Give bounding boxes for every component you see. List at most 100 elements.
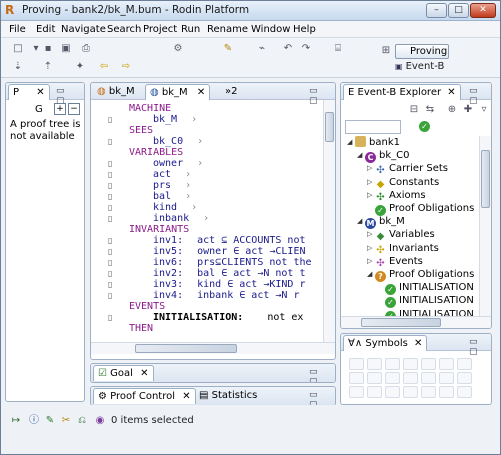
symbol-button[interactable] — [367, 386, 382, 398]
editor-line[interactable]: THEN — [129, 323, 153, 335]
view-minmax-icon[interactable]: ▭ ▢ — [309, 367, 335, 382]
symbol-button[interactable] — [421, 372, 436, 384]
editor-line[interactable]: SEES — [129, 125, 153, 137]
menu-help[interactable]: Help — [293, 24, 316, 35]
tree-item[interactable]: ▷ ✣ Carrier Sets — [367, 162, 448, 176]
tab-close-icon[interactable]: ✕ — [197, 87, 205, 98]
edit-icon[interactable]: ✎ — [43, 414, 57, 428]
symbol-button[interactable] — [367, 358, 382, 370]
link-icon[interactable]: ⇆ — [423, 103, 437, 117]
open-perspective-icon[interactable]: ⊞ — [379, 44, 393, 58]
tab-symbols[interactable]: ∀∧ Symbols ✕ — [343, 335, 428, 351]
tab-goal[interactable]: ☑ Goal ✕ — [93, 365, 154, 381]
new-component-icon[interactable]: ✚ — [461, 103, 475, 117]
save-icon[interactable]: ▪ — [41, 42, 55, 56]
tab-proof-control[interactable]: ⚙ Proof Control ✕ — [93, 388, 196, 404]
symbol-button[interactable] — [457, 372, 472, 384]
symbol-button[interactable] — [457, 386, 472, 398]
expand-arrow-icon[interactable]: ▷ — [367, 255, 375, 268]
menu-navigate[interactable]: Navigate — [61, 24, 106, 35]
prover-icon[interactable]: ⌁ — [255, 42, 269, 56]
prune-icon[interactable]: ✂ — [59, 414, 73, 428]
editor-horizontal-scrollbar[interactable] — [91, 342, 335, 354]
scroll-thumb[interactable] — [325, 112, 334, 142]
tab-proof-tree[interactable]: P ✕ — [8, 84, 50, 100]
forward-icon[interactable]: ↷ — [299, 42, 313, 56]
profile-icon[interactable]: ◉ — [93, 414, 107, 428]
tree-item[interactable]: ✓INITIALISATION — [377, 308, 474, 316]
expand-arrow-icon[interactable]: ◢ — [357, 149, 365, 162]
save-all-icon[interactable]: ▣ — [59, 42, 73, 56]
view-menu-icon[interactable]: ▿ — [477, 103, 491, 117]
tree-item[interactable]: ✓INITIALISATION — [377, 281, 474, 296]
symbol-button[interactable] — [439, 372, 454, 384]
explorer-filter-input[interactable] — [345, 120, 401, 134]
back-icon[interactable]: ↶ — [281, 42, 295, 56]
tree-item[interactable]: ▷ ✣ Events — [367, 255, 423, 269]
scroll-thumb[interactable] — [481, 150, 490, 208]
view-minmax-icon[interactable]: ▭ ▢ — [309, 390, 335, 405]
symbol-button[interactable] — [403, 358, 418, 370]
check-icon[interactable]: ✓ — [419, 121, 430, 132]
forward-nav-icon[interactable]: ⇨ — [119, 60, 133, 74]
symbol-button[interactable] — [439, 386, 454, 398]
editor-vertical-scrollbar[interactable] — [323, 100, 335, 342]
tab-overflow[interactable]: »2 — [221, 84, 241, 100]
symbol-button[interactable] — [457, 358, 472, 370]
tree-item[interactable]: ◢ Cbk_C0 — [357, 149, 409, 164]
open-type-icon[interactable]: ⌸ — [331, 42, 345, 56]
symbol-button[interactable] — [385, 372, 400, 384]
explorer-vertical-scrollbar[interactable] — [479, 136, 491, 316]
expand-arrow-icon[interactable]: ◢ — [357, 215, 365, 228]
minimize-button[interactable]: – — [426, 3, 447, 18]
close-button[interactable]: ✕ — [470, 3, 496, 18]
symbol-button[interactable] — [421, 358, 436, 370]
editor-line[interactable]: inv4: inbank ∈ act →N r — [153, 290, 299, 302]
explorer-horizontal-scrollbar[interactable] — [341, 316, 491, 328]
print-icon[interactable]: ⎙ — [79, 42, 93, 56]
back-nav-icon[interactable]: ⇦ — [97, 60, 111, 74]
info-icon[interactable]: ⓘ — [27, 414, 41, 428]
menu-run[interactable]: Run — [181, 24, 200, 35]
view-minmax-icon[interactable]: ▭ ▢ — [469, 337, 491, 357]
expand-arrow-icon[interactable]: ▷ — [367, 176, 375, 189]
editor-line[interactable]: bk_M › — [153, 114, 197, 126]
tab-bk-m-1[interactable]: ◍ bk_M — [93, 84, 139, 100]
next-pending-icon[interactable]: ↦ — [9, 414, 23, 428]
expand-arrow-icon[interactable]: ▷ — [367, 242, 375, 255]
symbol-button[interactable] — [349, 386, 364, 398]
symbol-button[interactable] — [349, 358, 364, 370]
expand-arrow-icon[interactable]: ▷ — [367, 189, 375, 202]
tab-bk-m-2[interactable]: ◍ bk_M ✕ — [145, 84, 211, 100]
tree-item[interactable]: ✓ Proof Obligations — [367, 202, 474, 216]
prev-annotation-icon[interactable]: ⇡ — [41, 60, 55, 74]
tree-item[interactable]: ▷ ◆ Constants — [367, 176, 439, 190]
new-project-icon[interactable]: ⊕ — [445, 103, 459, 117]
scroll-thumb[interactable] — [361, 318, 441, 327]
tab-close-icon[interactable]: ✕ — [140, 368, 148, 379]
tab-statistics[interactable]: ▤ Statistics — [195, 388, 261, 404]
symbol-button[interactable] — [349, 372, 364, 384]
run-icon[interactable]: ⚙ — [171, 42, 185, 56]
expand-all-icon[interactable]: + — [54, 103, 66, 115]
tab-close-icon[interactable]: ✕ — [414, 338, 422, 349]
tree-item[interactable]: ▷ ◆ Variables — [367, 228, 435, 242]
symbol-button[interactable] — [403, 372, 418, 384]
tree-item[interactable]: ◢ bank1 — [347, 136, 400, 149]
new-icon[interactable]: □ — [11, 42, 25, 56]
tree-item[interactable]: ▷ ✣ Invariants — [367, 242, 439, 256]
next-annotation-icon[interactable]: ⇣ — [11, 60, 25, 74]
maximize-button[interactable]: □ — [448, 3, 469, 18]
expand-arrow-icon[interactable]: ◢ — [347, 136, 355, 149]
menu-edit[interactable]: Edit — [36, 24, 55, 35]
tree-item[interactable]: ▷ ✣ Axioms — [367, 189, 426, 203]
collapse-icon[interactable]: ⊟ — [407, 103, 421, 117]
menu-file[interactable]: File — [9, 24, 26, 35]
symbol-button[interactable] — [421, 386, 436, 398]
menu-search[interactable]: Search — [107, 24, 141, 35]
symbol-button[interactable] — [385, 386, 400, 398]
expand-arrow-icon[interactable]: ▷ — [367, 162, 375, 175]
editor-line[interactable]: INITIALISATION: not ex — [153, 312, 303, 324]
expand-arrow-icon[interactable]: ◢ — [367, 268, 375, 281]
symbol-button[interactable] — [367, 372, 382, 384]
